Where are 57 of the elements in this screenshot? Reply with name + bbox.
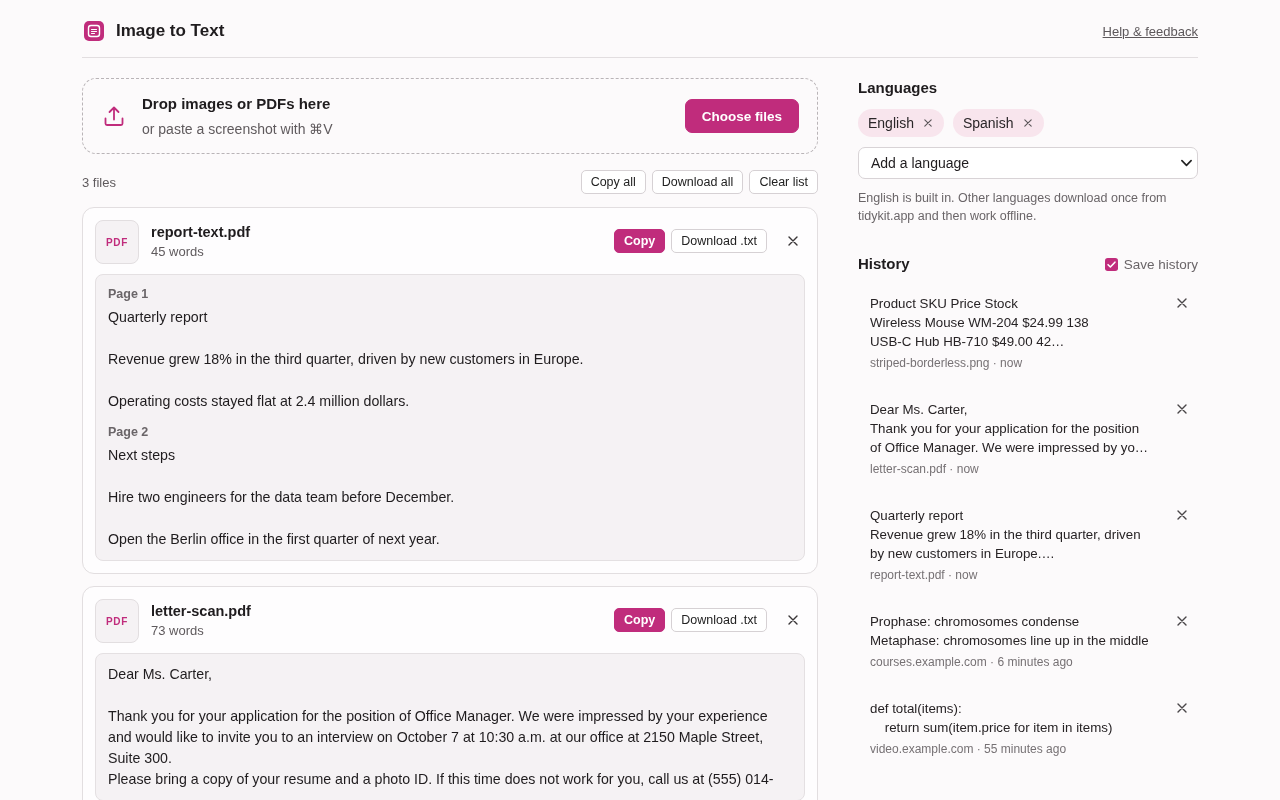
- extracted-text: Quarterly report Revenue grew 18% in the third quarter, driven by new customers in Europe. Operating costs stayed flat at 2.4 million dollars.: [108, 308, 585, 411]
- page-label: Page 1: [108, 286, 150, 303]
- word-count: 45 words: [151, 243, 205, 261]
- chip-label: English: [868, 115, 914, 131]
- extracted-text: Dear Ms. Carter, Thank you for your application for the position of Office Manager. We were impressed by your experience and would like to invite you to an interview on October 7 at 10:30 a.m. at our office at 2150 Maple Street, Suite 300. Please bring a copy of your resume and a photo ID. If this time does not work for you, call us at (555) 014-: [108, 665, 775, 789]
- action-button[interactable]: Copy: [614, 229, 666, 253]
- close-icon: [1177, 510, 1187, 520]
- remove-button[interactable]: [921, 117, 934, 129]
- file-type-badge: PDF: [95, 220, 139, 264]
- close-icon: [1177, 703, 1187, 713]
- history-snippet[interactable]: Quarterly report Revenue grew 18% in the third quarter, driven by new customers in Europe.…: [870, 506, 1152, 563]
- section-title: History: [858, 254, 910, 274]
- toolbar-button[interactable]: Download all: [651, 170, 744, 194]
- help-link[interactable]: Help & feedback: [1102, 23, 1198, 39]
- action-button[interactable]: Copy: [614, 608, 666, 632]
- history-snippet[interactable]: Product SKU Price Stock Wireless Mouse WM-204 $24.99 138 USB-C Hub HB-710 $49.00 42…: [870, 294, 1089, 351]
- file-count: 3 files: [82, 174, 116, 190]
- history-snippet[interactable]: def total(items): return sum(item.price for item in items): [870, 699, 1113, 737]
- checkbox-label[interactable]: Save history: [1123, 256, 1198, 272]
- file-name: report-text.pdf: [151, 223, 252, 242]
- history-meta: courses.example.com · 6 minutes ago: [870, 654, 1074, 671]
- toolbar-button[interactable]: Clear list: [749, 170, 818, 194]
- close-icon: [788, 615, 798, 625]
- history-meta: report-text.pdf · now: [870, 567, 979, 584]
- history-meta: letter-scan.pdf · now: [870, 461, 980, 478]
- word-count: 73 words: [151, 622, 205, 640]
- app-title: Image to Text: [116, 21, 225, 41]
- checkbox[interactable]: [1104, 257, 1118, 271]
- toolbar-button[interactable]: Copy all: [580, 170, 646, 194]
- history-meta: striped-borderless.png · now: [870, 355, 1024, 372]
- language-dropdown[interactable]: Add a language: [858, 147, 1198, 179]
- action-button[interactable]: Download .txt: [671, 608, 767, 632]
- action-button[interactable]: Download .txt: [671, 229, 767, 253]
- close-icon: [1177, 298, 1187, 308]
- drop-subtitle: or paste a screenshot with ⌘V: [142, 119, 334, 139]
- close-icon: [1177, 616, 1187, 626]
- close-icon: [788, 236, 798, 246]
- chip-label: Spanish: [962, 115, 1014, 131]
- page-label: Page 2: [108, 424, 150, 441]
- remove-button[interactable]: [1021, 117, 1034, 129]
- close-icon: [923, 119, 932, 127]
- upload-icon: [104, 105, 124, 127]
- close-icon: [1177, 404, 1187, 414]
- language-note: English is built in. Other languages download once from tidykit.app and then work offline.: [858, 190, 1168, 225]
- file-type-badge: PDF: [95, 599, 139, 643]
- choose-files-button[interactable]: Choose files: [684, 99, 799, 133]
- chevron-down-icon: [1181, 159, 1192, 167]
- close-icon: [1023, 119, 1032, 127]
- history-snippet[interactable]: Prophase: chromosomes condense Metaphase: chromosomes line up in the middle: [870, 612, 1149, 650]
- section-title: Languages: [858, 78, 939, 98]
- file-name: letter-scan.pdf: [151, 602, 252, 621]
- history-meta: video.example.com · 55 minutes ago: [870, 741, 1068, 758]
- extracted-text: Next steps Hire two engineers for the data team before December. Open the Berlin office in the first quarter of next year.: [108, 446, 456, 549]
- logo-icon: [84, 21, 104, 41]
- drop-zone[interactable]: Drop images or PDFs here or paste a screenshot with ⌘V Choose files: [82, 78, 818, 154]
- history-snippet[interactable]: Dear Ms. Carter, Thank you for your application for the position of Office Manager. We were impressed by yo…: [870, 400, 1152, 457]
- drop-title: Drop images or PDFs here: [142, 93, 332, 114]
